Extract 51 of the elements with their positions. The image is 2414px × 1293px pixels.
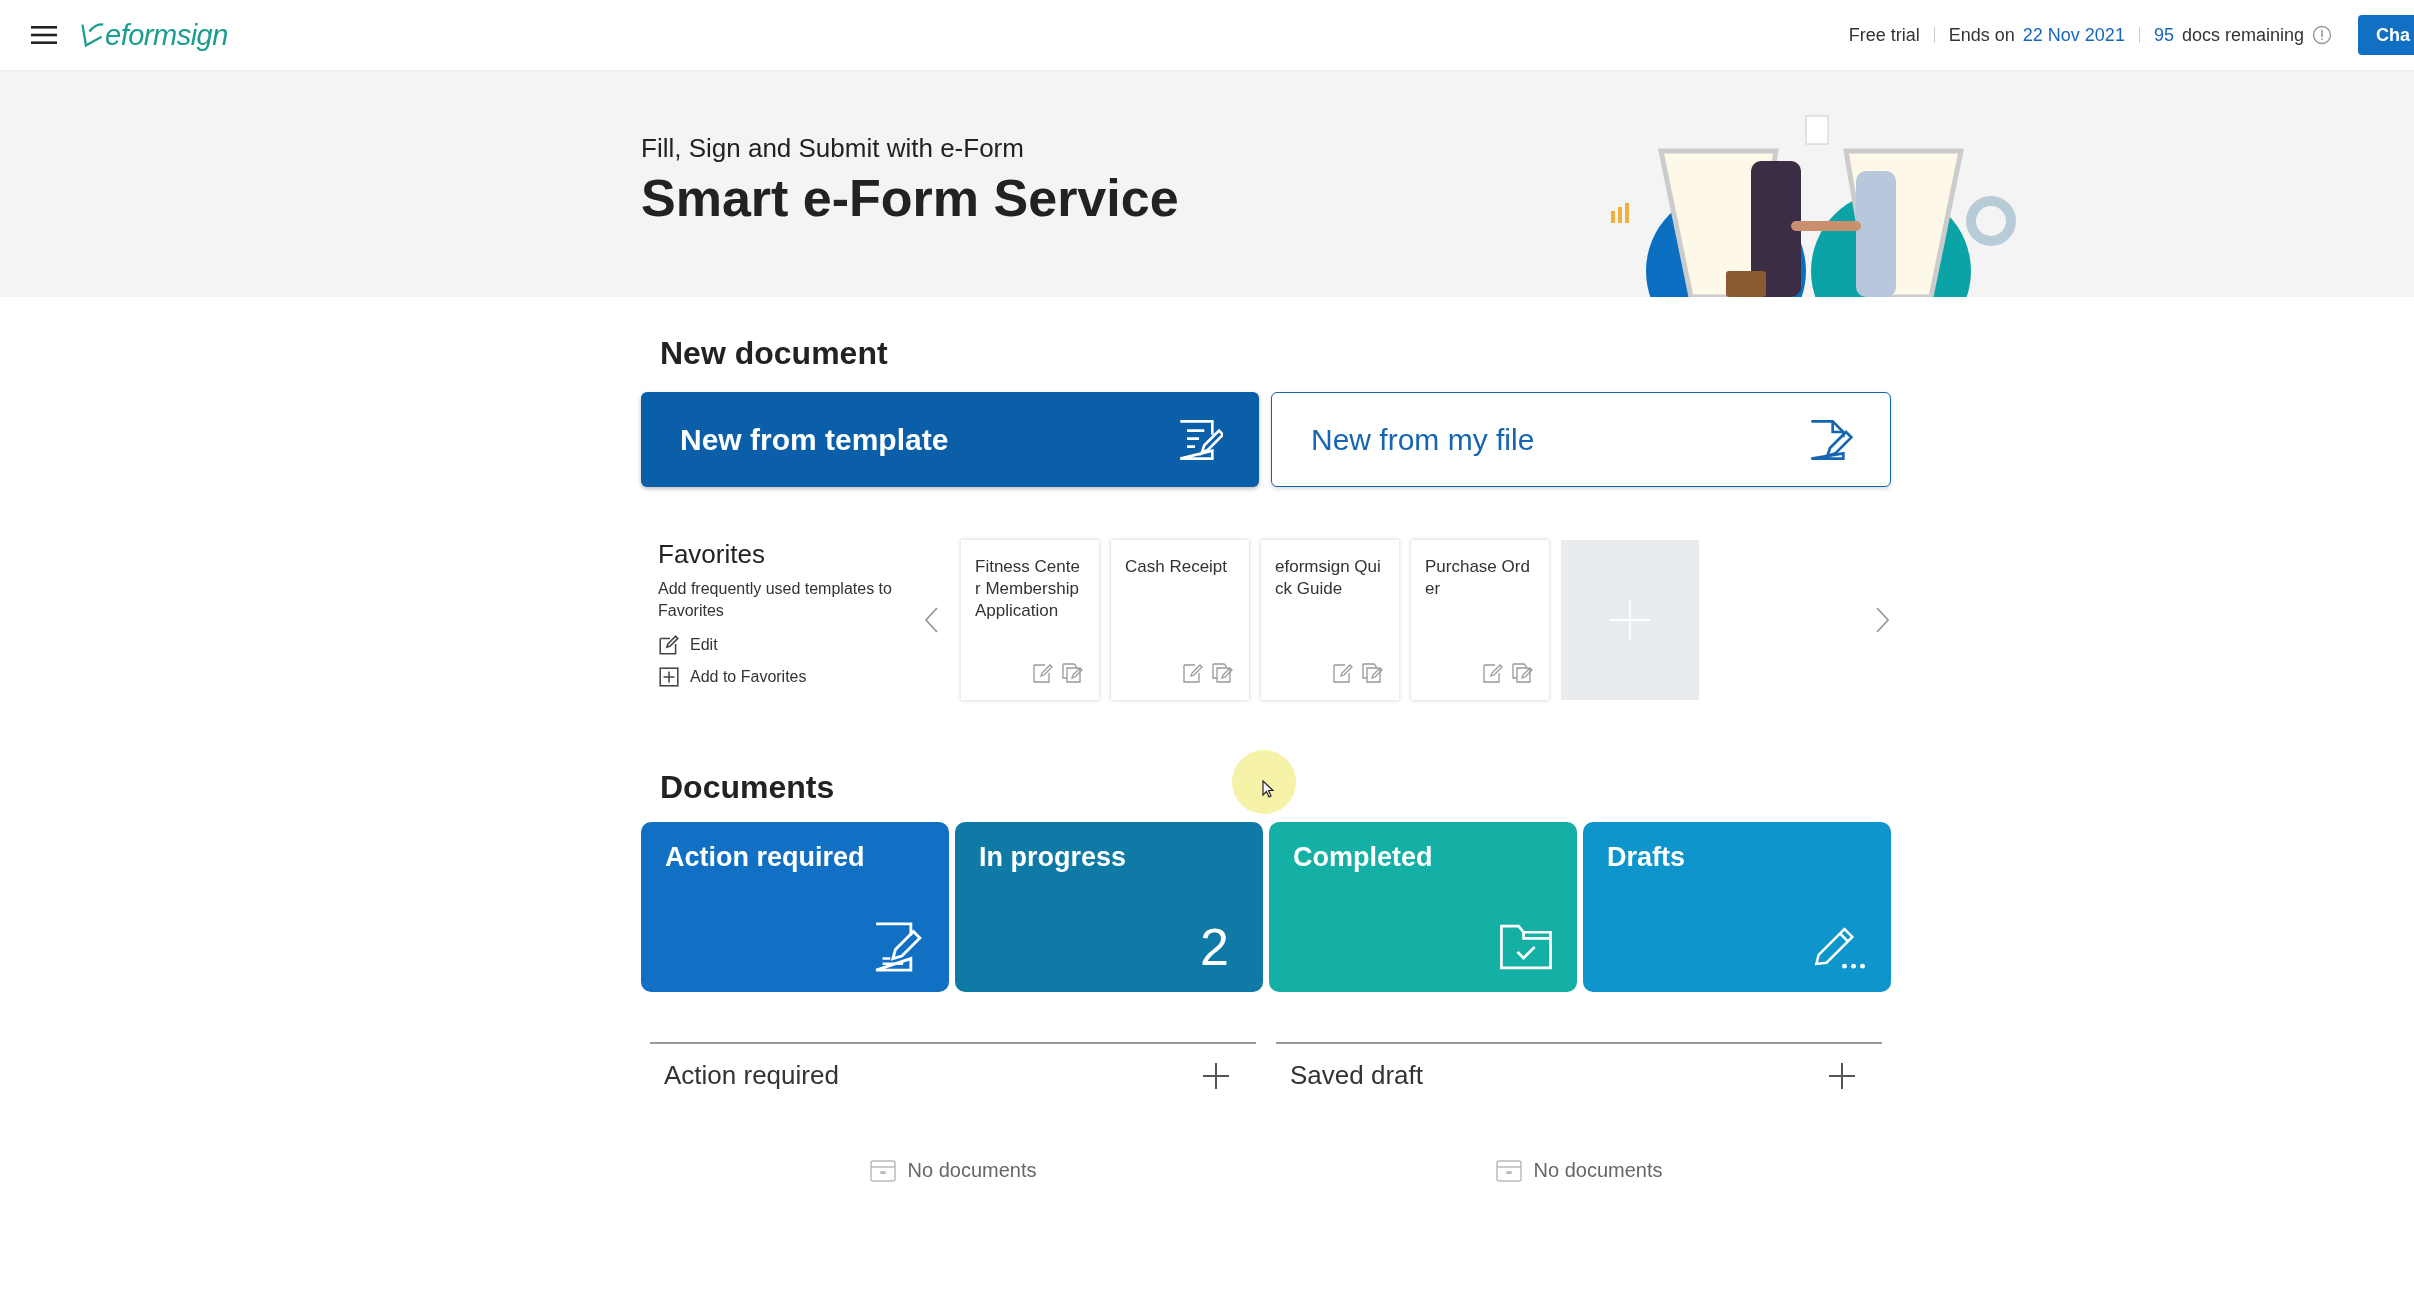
info-icon[interactable] [2312,25,2332,45]
document-status-tile[interactable]: Drafts [1583,822,1891,992]
plus-icon[interactable] [1202,1061,1230,1090]
empty-state-text: No documents [907,1159,1037,1182]
new-document-button[interactable]: New from template [641,392,1259,487]
document-status-tile[interactable]: In progress 2 [955,822,1263,992]
change-plan-button[interactable]: Cha [2358,15,2414,55]
trial-end-date: 22 Nov 2021 [2022,24,2125,46]
template-name: eformsign Quick Guide [1275,556,1382,600]
template-name: Purchase Order [1425,556,1531,600]
template-card[interactable]: Purchase Order [1411,540,1549,700]
docs-count: 95 [2153,24,2174,46]
empty-state-text: No documents [1533,1159,1663,1182]
copy-icon[interactable] [1361,662,1385,684]
template-card[interactable]: Cash Receipt [1111,540,1249,700]
plus-square-icon [658,666,680,688]
favorites-action-link[interactable]: Add to Favorites [658,666,807,688]
logo-text[interactable]: eformsign [105,18,228,52]
copy-icon[interactable] [1211,662,1235,684]
edit-icon[interactable] [1481,662,1505,684]
edit-icon[interactable] [1031,662,1055,684]
section-heading: New document [660,335,888,372]
favorites-title: Favorites [658,539,766,570]
copy-icon[interactable] [1511,662,1535,684]
plus-icon[interactable] [1828,1061,1856,1090]
hero-subtitle: Fill, Sign and Submit with e-Form [641,132,1025,164]
empty-tray-icon [1495,1159,1522,1182]
panel-title: Saved draft [1290,1060,1423,1091]
logo-check-icon [79,20,105,50]
edit-icon[interactable] [1331,662,1355,684]
docs-remaining-label: docs remaining [2181,24,2304,46]
hero-title: Smart e-Form Service [641,167,1179,228]
edit-icon[interactable] [1181,662,1205,684]
favorites-description: Add frequently used templates to Favorites [658,579,893,621]
favorites-action-link[interactable]: Edit [658,634,718,656]
empty-tray-icon [869,1159,896,1182]
panel-title: Action required [664,1060,839,1091]
copy-icon[interactable] [1061,662,1085,684]
new-document-button[interactable]: New from my file [1271,392,1891,487]
pointer-icon [1262,780,1274,798]
template-card[interactable]: eformsign Quick Guide [1261,540,1399,700]
document-status-tile[interactable]: Action required [641,822,949,992]
section-heading: Documents [660,769,835,806]
plan-label: Free trial [1848,24,1920,46]
template-card[interactable]: Fitness Center Membership Application [961,540,1099,700]
document-count: 2 [1200,920,1229,974]
menu-icon[interactable] [31,25,57,45]
template-name: Cash Receipt [1125,556,1229,578]
trial-end-label: Ends on [1948,24,2015,46]
edit-icon [658,634,680,656]
template-name: Fitness Center Membership Application [975,556,1081,622]
